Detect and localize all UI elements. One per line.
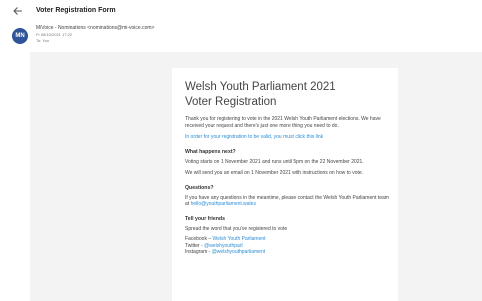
instagram-line: Instagram - @welshyouthparliament [185,249,391,256]
instagram-label: Instagram - [185,249,212,255]
confirm-registration-link[interactable]: In order for your registration to be val… [185,134,391,141]
contact-email-link[interactable]: hello@youthparliament.wales [191,201,256,207]
facebook-link[interactable]: Welsh Youth Parliament [213,236,266,242]
tell-friends-heading: Tell your friends [185,215,225,222]
email-heading-line1: Welsh Youth Parliament 2021 [185,81,336,93]
sender-name: MiVoice - Nominations <nominations@mi-vo… [36,25,155,31]
header-bar: Voter Registration Form [0,0,482,24]
next-steps-paragraph-2: We will send you an email on 1 November … [185,170,364,176]
page-title: Voter Registration Form [36,7,116,14]
tell-friends-text: Spread the word that you've registered t… [185,225,288,232]
questions-heading: Questions? [185,184,214,191]
instagram-link[interactable]: @welshyouthparliament [212,249,265,255]
twitter-label: Twitter - [185,242,205,249]
email-card: Welsh Youth Parliament 2021 Voter Regist… [172,68,398,301]
message-date: Fr 08/10/2021 17:22 [36,32,73,37]
facebook-label: Facebook – [185,236,213,242]
next-steps-heading: What happens next? [185,148,236,155]
questions-paragraph: If you have any questions in the meantim… [185,195,391,208]
email-heading-line2: Voter Registration [185,96,277,108]
message-recipient: To: You [36,38,50,43]
intro-text: Thank you for registering to vote in the… [185,116,381,129]
back-arrow-icon[interactable] [12,5,24,17]
twitter-link[interactable]: @welshyouthparl [204,243,242,249]
next-steps-paragraph-1: Voting starts on 1 November 2021 and run… [185,158,364,165]
sender-avatar: MN [12,28,28,44]
